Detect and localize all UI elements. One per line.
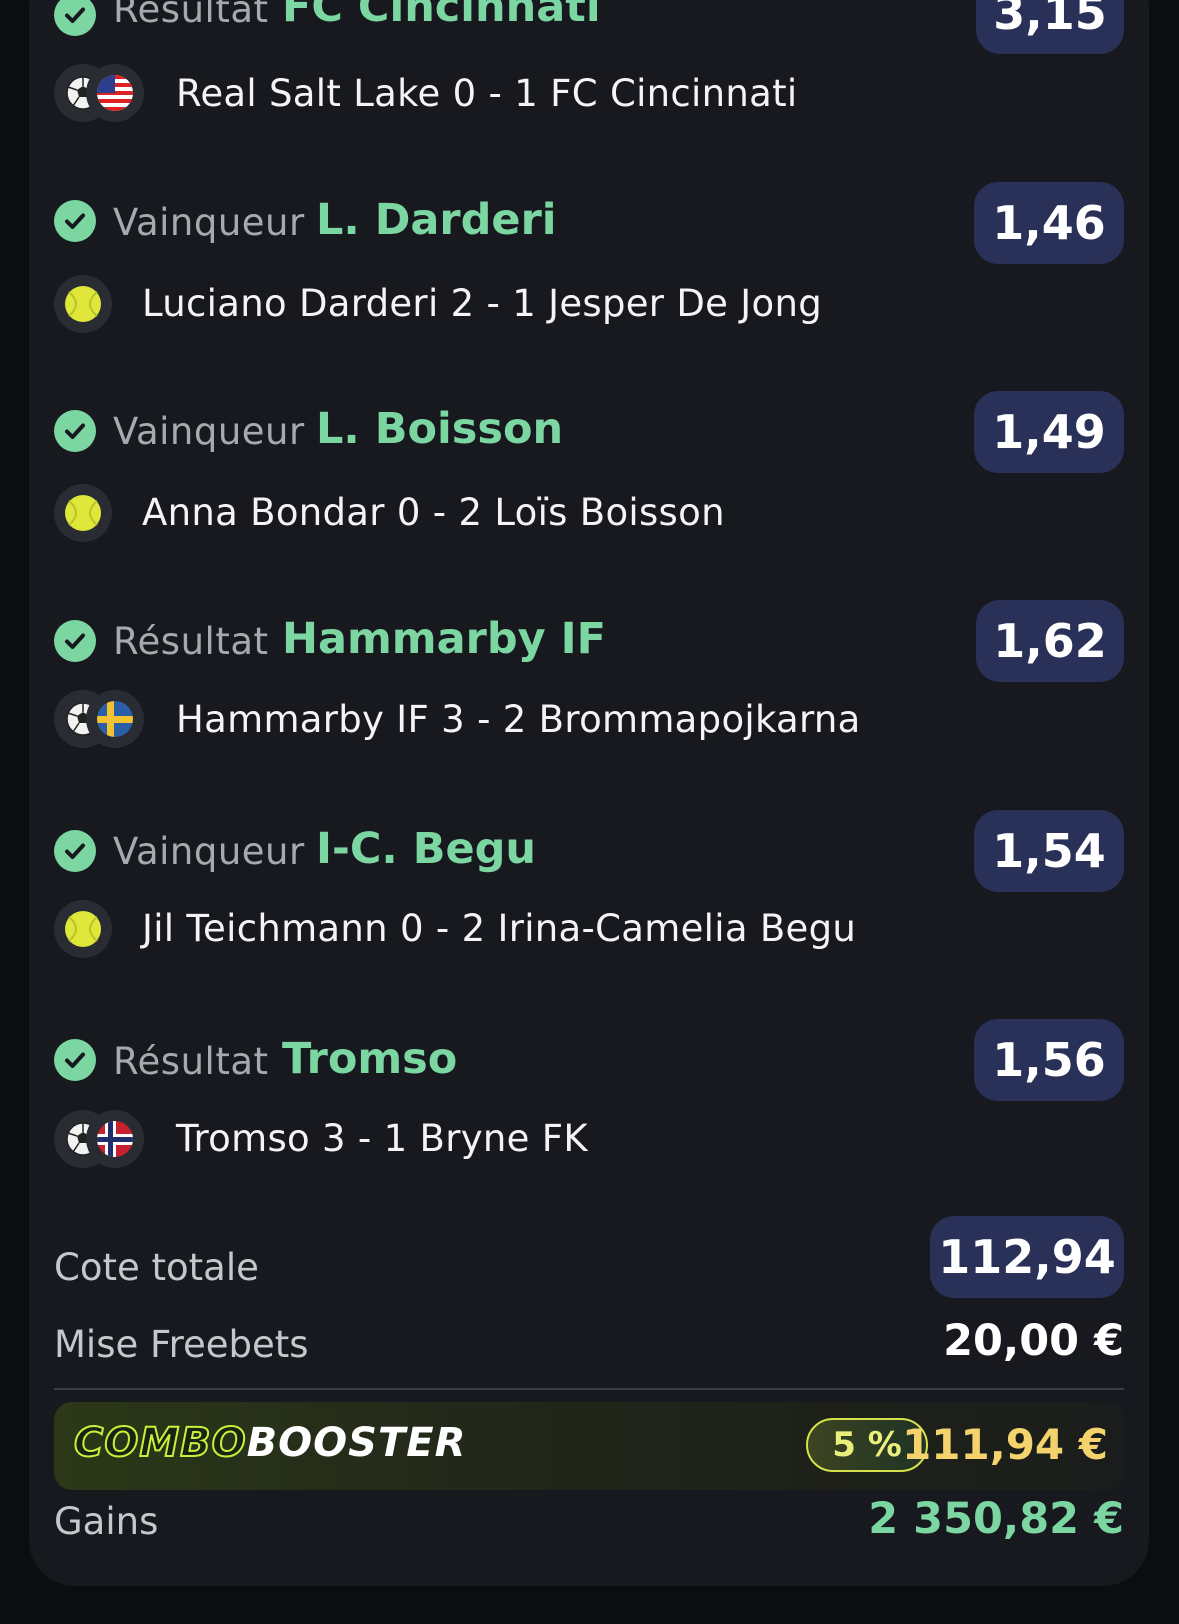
pick-label: I-C. Begu [316, 824, 537, 874]
pick-label: FC Cincinnati [282, 0, 601, 32]
pick-label: L. Darderi [316, 195, 557, 245]
odd-badge[interactable]: 3,15 [976, 0, 1124, 54]
match-result: Tromso 3 - 1 Bryne FK [176, 1117, 588, 1160]
odd-badge[interactable]: 1,56 [974, 1019, 1124, 1101]
match-result: Jil Teichmann 0 - 2 Irina-Camelia Begu [142, 907, 857, 950]
check-icon [54, 830, 96, 872]
booster-amount: 111,94 € [902, 1420, 1108, 1469]
total-odds-label: Cote totale [54, 1246, 259, 1289]
odd-badge[interactable]: 1,49 [974, 391, 1124, 473]
total-odds-badge: 112,94 [930, 1216, 1124, 1298]
combo-booster-logo: COMBOBOOSTER [73, 1419, 467, 1467]
pick-label: Hammarby IF [282, 614, 606, 664]
odd-badge[interactable]: 1,54 [974, 810, 1124, 892]
divider [54, 1388, 1124, 1390]
odd-badge[interactable]: 1,62 [976, 600, 1124, 682]
market-label: Vainqueur [113, 201, 305, 244]
stake-amount: 20,00 € [943, 1316, 1124, 1366]
odd-badge[interactable]: 1,46 [974, 182, 1124, 264]
tennis-ball-icon [54, 900, 112, 958]
pick-label: Tromso [282, 1034, 458, 1084]
norway-flag-icon [86, 1110, 144, 1168]
check-icon [54, 200, 96, 242]
market-label: Résultat [113, 1040, 269, 1083]
sweden-flag-icon [86, 690, 144, 748]
combo-booster-banner: COMBOBOOSTER 5 % 111,94 € [54, 1402, 1124, 1490]
market-label: Vainqueur [113, 830, 305, 873]
check-icon [54, 1039, 96, 1081]
market-label: Vainqueur [113, 410, 305, 453]
match-result: Hammarby IF 3 - 2 Brommapojkarna [176, 698, 861, 741]
pick-label: L. Boisson [316, 404, 564, 454]
tennis-ball-icon [54, 484, 112, 542]
gains-label: Gains [54, 1500, 159, 1543]
tennis-ball-icon [54, 275, 112, 333]
match-result: Anna Bondar 0 - 2 Loïs Boisson [142, 491, 725, 534]
usa-flag-icon [86, 64, 144, 122]
match-result: Luciano Darderi 2 - 1 Jesper De Jong [142, 282, 822, 325]
stake-label: Mise Freebets [54, 1323, 309, 1366]
check-icon [54, 410, 96, 452]
check-icon [54, 620, 96, 662]
market-label: Résultat [113, 620, 269, 663]
gains-amount: 2 350,82 € [868, 1494, 1124, 1544]
match-result: Real Salt Lake 0 - 1 FC Cincinnati [176, 72, 798, 115]
market-label: Résultat [113, 0, 269, 31]
